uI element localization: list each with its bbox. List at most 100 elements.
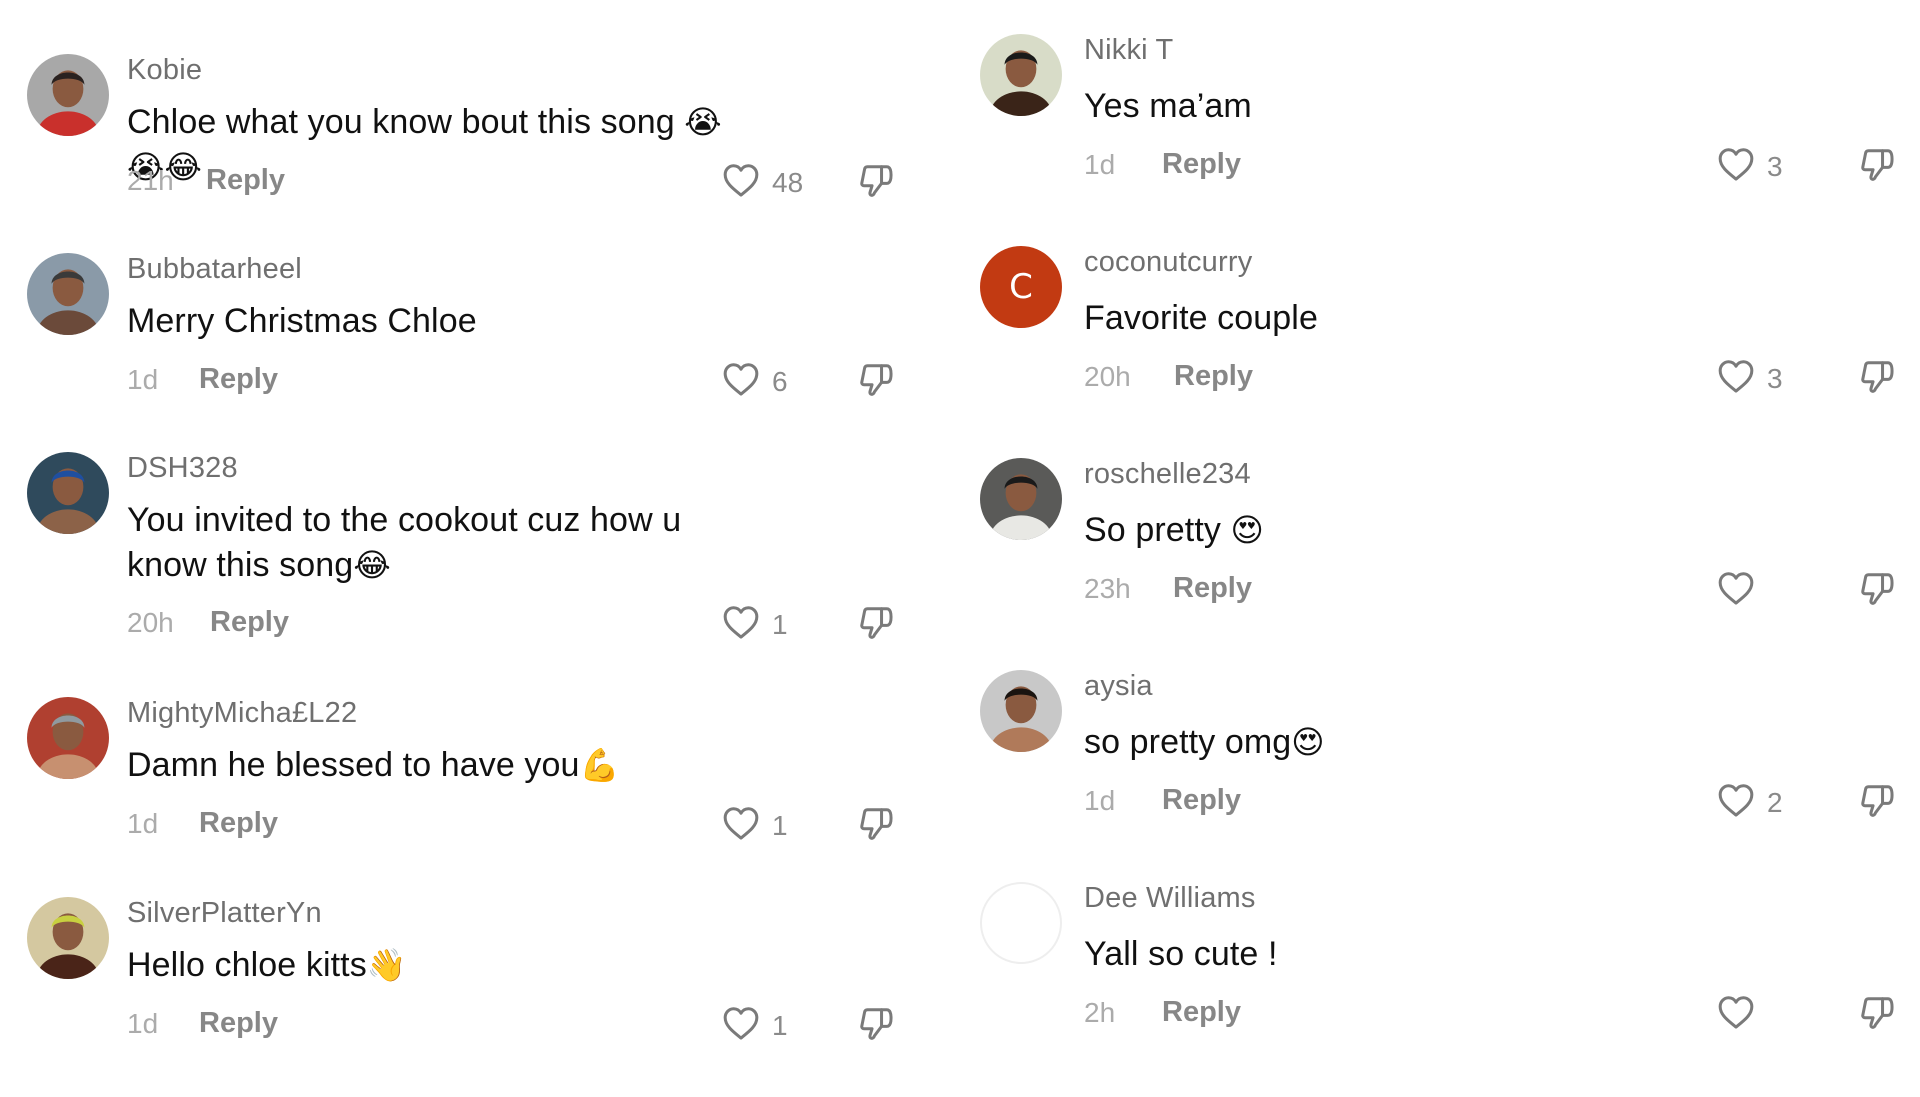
like-button[interactable]: 3 (1717, 358, 1783, 399)
like-button[interactable] (1717, 570, 1767, 611)
reply-button[interactable]: Reply (1162, 784, 1241, 817)
comment: SilverPlatterYn Hello chloe kitts👋 1d Re… (27, 897, 927, 1097)
reply-button[interactable]: Reply (1173, 572, 1252, 605)
timestamp: 1d (127, 808, 159, 839)
heart-icon (722, 162, 760, 203)
avatar[interactable] (980, 458, 1062, 540)
like-button[interactable]: 1 (722, 805, 788, 846)
heart-icon (722, 604, 760, 645)
like-button[interactable]: 2 (1717, 782, 1783, 823)
comment-text: Merry Christmas Chloe (127, 302, 477, 340)
avatar[interactable] (27, 54, 109, 136)
timestamp: 21h (127, 165, 174, 196)
avatar[interactable] (27, 253, 109, 335)
avatar[interactable] (27, 897, 109, 979)
heart-icon (1717, 782, 1755, 823)
dislike-button[interactable] (1858, 570, 1896, 613)
comment-text: Yall so cute ! (1084, 935, 1278, 973)
thumbs-down-icon (857, 364, 895, 403)
reply-button[interactable]: Reply (199, 1007, 278, 1040)
dislike-button[interactable] (1858, 358, 1896, 401)
comment: Kobie Chloe what you know bout this song… (27, 54, 927, 254)
username[interactable]: MightyMicha£L22 (127, 697, 357, 730)
avatar[interactable] (980, 670, 1062, 752)
username[interactable]: Nikki T (1084, 34, 1173, 67)
timestamp: 20h (1084, 361, 1131, 392)
thumbs-down-icon (1858, 573, 1896, 612)
username[interactable]: Bubbatarheel (127, 253, 302, 286)
reply-button[interactable]: Reply (1174, 360, 1253, 393)
emoji: 👋 (366, 946, 407, 984)
dislike-button[interactable] (1858, 146, 1896, 189)
avatar[interactable] (980, 882, 1062, 964)
thumbs-down-icon (1858, 149, 1896, 188)
reply-button[interactable]: Reply (1162, 996, 1241, 1029)
dislike-button[interactable] (1858, 994, 1896, 1037)
username[interactable]: SilverPlatterYn (127, 897, 322, 930)
dislike-button[interactable] (857, 361, 895, 404)
like-count: 1 (772, 608, 788, 640)
thumbs-down-icon (1858, 997, 1896, 1036)
timestamp: 1d (127, 364, 159, 395)
like-button[interactable]: 6 (722, 361, 788, 402)
thumbs-down-icon (1858, 361, 1896, 400)
username[interactable]: aysia (1084, 670, 1153, 703)
like-button[interactable] (1717, 994, 1767, 1035)
reply-button[interactable]: Reply (199, 807, 278, 840)
like-button[interactable]: 48 (722, 162, 803, 203)
heart-icon (1717, 570, 1755, 611)
username[interactable]: coconutcurry (1084, 246, 1252, 279)
reply-button[interactable]: Reply (199, 363, 278, 396)
reply-button[interactable]: Reply (1162, 148, 1241, 181)
avatar[interactable] (980, 34, 1062, 116)
emoji: 😂 (353, 546, 391, 584)
username[interactable]: DSH328 (127, 452, 238, 485)
reply-button[interactable]: Reply (210, 606, 289, 639)
thumbs-down-icon (857, 808, 895, 847)
comment: C coconutcurry Favorite couple 20h Reply… (980, 246, 1894, 446)
comment-text: Favorite couple (1084, 299, 1318, 337)
avatar[interactable] (27, 697, 109, 779)
comment-text: Damn he blessed to have you💪 (127, 746, 620, 784)
dislike-button[interactable] (857, 604, 895, 647)
like-count: 3 (1767, 362, 1783, 394)
timestamp: 1d (1084, 149, 1116, 180)
like-count: 48 (772, 166, 804, 198)
comment-text: Yes ma’am (1084, 87, 1252, 125)
username[interactable]: Dee Williams (1084, 882, 1256, 915)
comment: Nikki T Yes ma’am 1d Reply 3 (980, 34, 1894, 234)
timestamp: 2h (1084, 997, 1116, 1028)
like-count: 1 (772, 809, 788, 841)
comment: Dee Williams Yall so cute ! 2h Reply (980, 882, 1894, 1082)
comment: MightyMicha£L22 Damn he blessed to have … (27, 697, 927, 897)
comment-text: So pretty 😍 (1084, 511, 1264, 549)
heart-icon (722, 1005, 760, 1046)
timestamp: 20h (127, 607, 174, 638)
avatar[interactable]: C (980, 246, 1062, 328)
reply-button[interactable]: Reply (206, 164, 285, 197)
thumbs-down-icon (1858, 785, 1896, 824)
timestamp: 23h (1084, 573, 1131, 604)
like-button[interactable]: 1 (722, 604, 788, 645)
dislike-button[interactable] (857, 805, 895, 848)
comment-text: Hello chloe kitts👋 (127, 946, 407, 984)
like-button[interactable]: 1 (722, 1005, 788, 1046)
like-button[interactable]: 3 (1717, 146, 1783, 187)
heart-icon (722, 805, 760, 846)
heart-icon (722, 361, 760, 402)
username[interactable]: roschelle234 (1084, 458, 1251, 491)
comment: aysia so pretty omg😍 1d Reply 2 (980, 670, 1894, 870)
dislike-button[interactable] (857, 162, 895, 205)
username[interactable]: Kobie (127, 54, 202, 87)
comment: roschelle234 So pretty 😍 23h Reply (980, 458, 1894, 658)
emoji: 😍 (1230, 511, 1264, 549)
thumbs-down-icon (857, 165, 895, 204)
dislike-button[interactable] (1858, 782, 1896, 825)
emoji: 💪 (579, 746, 620, 784)
timestamp: 1d (1084, 785, 1116, 816)
comment: DSH328 You invited to the cookout cuz ho… (27, 452, 927, 652)
dislike-button[interactable] (857, 1005, 895, 1048)
timestamp: 1d (127, 1008, 159, 1039)
avatar[interactable] (27, 452, 109, 534)
like-count: 3 (1767, 150, 1783, 182)
